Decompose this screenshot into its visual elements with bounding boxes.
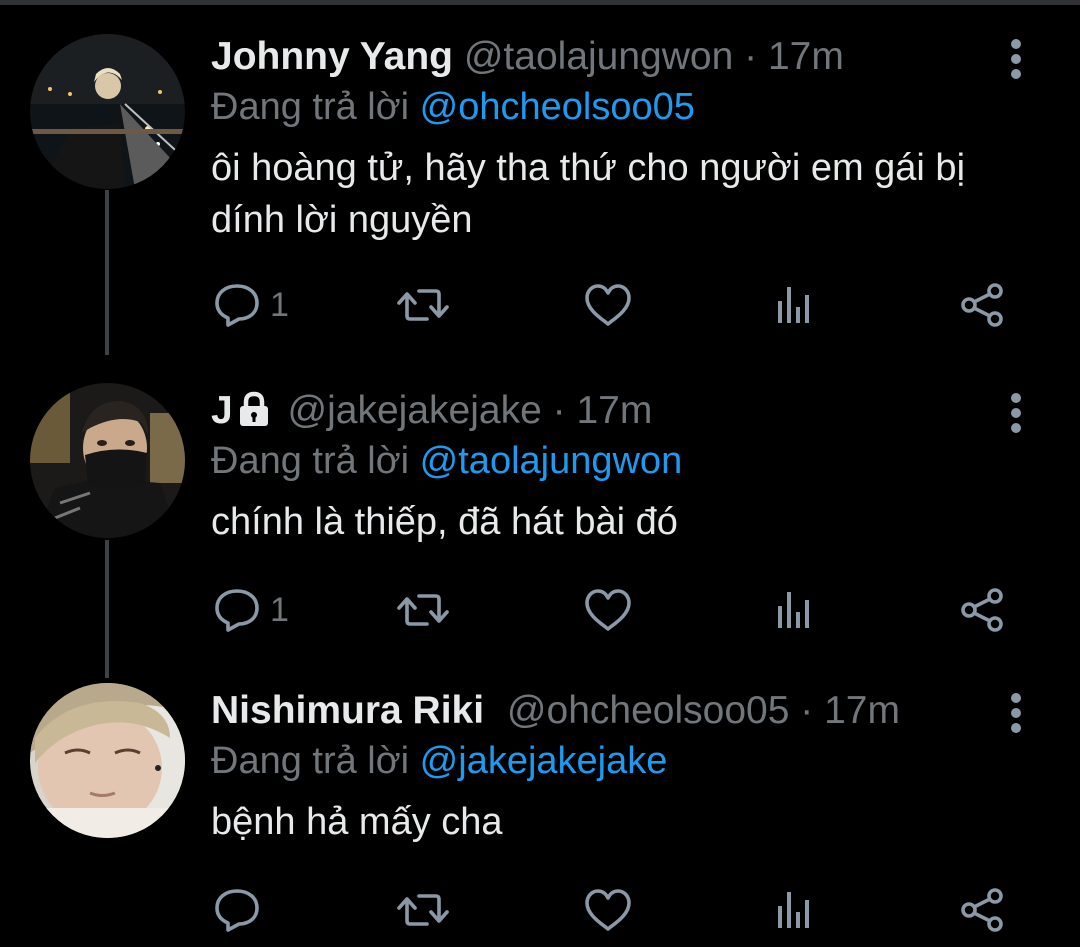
reply-button[interactable]: 1 [214, 586, 289, 634]
like-icon [585, 889, 631, 931]
tweet-header: J @jakejakejake · 17m [211, 388, 652, 438]
tweet-actions: 1 [0, 586, 1080, 634]
analytics-icon [778, 892, 809, 928]
display-name[interactable]: J [211, 389, 233, 432]
reply-button[interactable]: 1 [214, 281, 289, 329]
avatar[interactable] [30, 34, 185, 189]
reply-icon [215, 589, 259, 632]
lock-icon [237, 391, 271, 438]
retweet-button[interactable] [397, 886, 449, 934]
analytics-icon [778, 287, 809, 323]
analytics-button[interactable] [775, 586, 815, 634]
reply-prefix: Đang trả lời [211, 86, 410, 128]
timestamp[interactable]: 17m [824, 689, 900, 732]
more-vertical-icon[interactable] [1006, 388, 1026, 436]
reply-count: 1 [270, 590, 289, 629]
analytics-icon [778, 592, 809, 628]
retweet-button[interactable] [397, 281, 449, 329]
top-divider [0, 0, 1080, 5]
retweet-button[interactable] [397, 586, 449, 634]
reply-count: 1 [270, 285, 289, 324]
reply-icon [215, 284, 259, 327]
timestamp[interactable]: 17m [768, 35, 844, 78]
tweet-text: ôi hoàng tử, hãy tha thứ cho người em gá… [211, 147, 966, 241]
share-icon [961, 888, 1003, 932]
reply-mention-link[interactable]: @taolajungwon [420, 440, 683, 482]
tweet[interactable]: Nishimura Riki @ohcheolsoo05 · 17m Đang … [0, 683, 1080, 947]
more-vertical-icon[interactable] [1006, 688, 1026, 736]
display-name[interactable]: Nishimura Riki [211, 689, 484, 732]
like-button[interactable] [584, 886, 632, 934]
share-button[interactable] [960, 886, 1004, 934]
reply-mention-link[interactable]: @jakejakejake [420, 740, 668, 782]
user-handle[interactable]: @taolajungwon [464, 35, 733, 78]
analytics-button[interactable] [775, 886, 815, 934]
analytics-button[interactable] [775, 281, 815, 329]
more-vertical-icon[interactable] [1006, 34, 1026, 82]
avatar[interactable] [30, 383, 185, 538]
like-icon [585, 284, 631, 326]
reply-prefix: Đang trả lời [211, 740, 410, 782]
separator: · [744, 35, 758, 78]
retweet-icon [397, 894, 449, 926]
tweet-text: chính là thiếp, đã hát bài đó [211, 501, 678, 543]
reply-prefix: Đang trả lời [211, 440, 410, 482]
share-icon [961, 283, 1003, 327]
like-icon [585, 589, 631, 631]
share-icon [961, 588, 1003, 632]
tweet-text: bệnh hả mấy cha [211, 801, 503, 843]
reply-context: Đang trả lời @jakejakejake [211, 738, 667, 784]
retweet-icon [397, 289, 449, 321]
user-handle[interactable]: @jakejakejake [288, 389, 542, 432]
tweet-actions [0, 886, 1080, 934]
like-button[interactable] [584, 281, 632, 329]
separator: · [800, 689, 814, 732]
tweet-thread-screen: Johnny Yang @taolajungwon · 17m Đang trả… [0, 0, 1080, 947]
tweet-header: Johnny Yang @taolajungwon · 17m [211, 34, 844, 80]
tweet-actions: 1 [0, 281, 1080, 329]
tweet-header: Nishimura Riki @ohcheolsoo05 · 17m [211, 688, 900, 734]
reply-context: Đang trả lời @taolajungwon [211, 438, 682, 484]
avatar[interactable] [30, 683, 185, 838]
reply-icon [215, 889, 259, 932]
user-handle[interactable]: @ohcheolsoo05 [507, 689, 789, 732]
tweet[interactable]: J @jakejakejake · 17m Đang trả lời @taol… [0, 383, 1080, 648]
retweet-icon [397, 594, 449, 626]
share-button[interactable] [960, 281, 1004, 329]
tweet[interactable]: Johnny Yang @taolajungwon · 17m Đang trả… [0, 34, 1080, 334]
reply-context: Đang trả lời @ohcheolsoo05 [211, 84, 695, 130]
timestamp[interactable]: 17m [576, 389, 652, 432]
reply-button[interactable] [214, 886, 270, 934]
like-button[interactable] [584, 586, 632, 634]
share-button[interactable] [960, 586, 1004, 634]
separator: · [552, 389, 566, 432]
reply-mention-link[interactable]: @ohcheolsoo05 [420, 86, 695, 128]
display-name[interactable]: Johnny Yang [211, 35, 453, 78]
